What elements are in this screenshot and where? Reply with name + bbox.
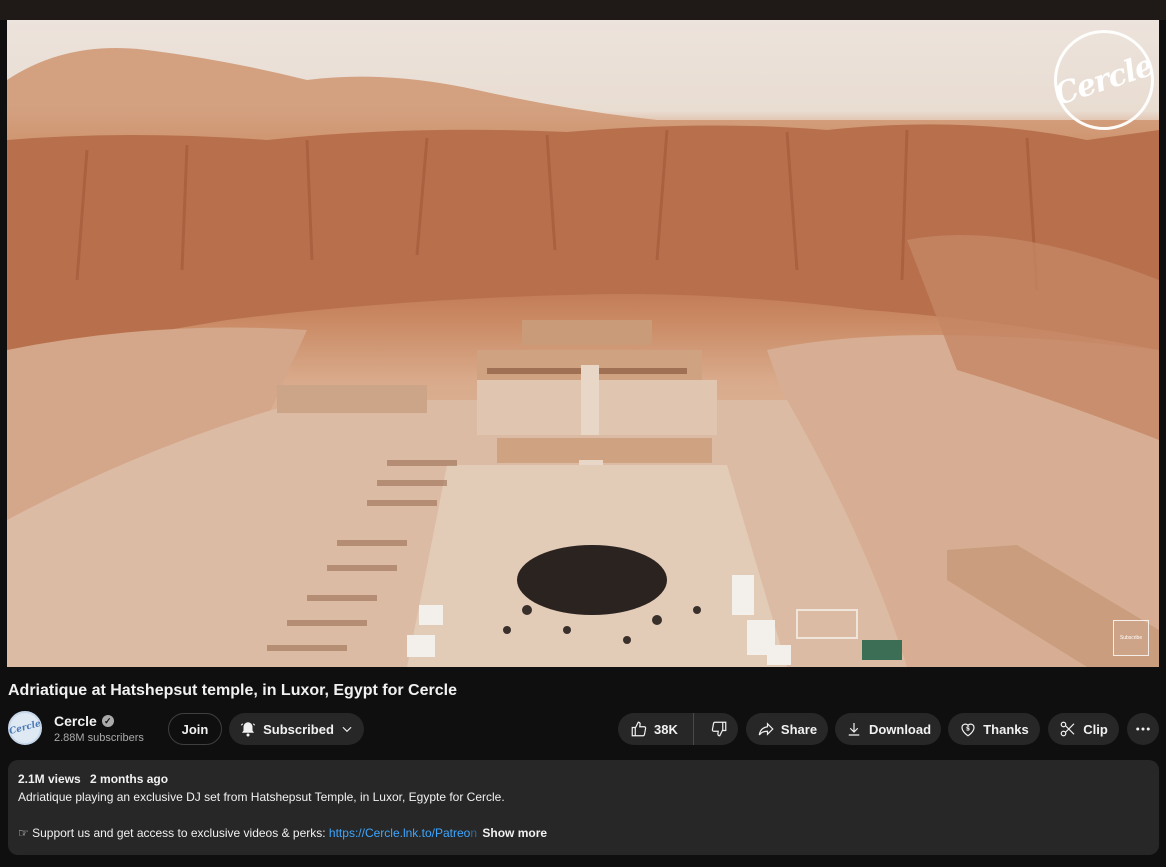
clip-button[interactable]: Clip [1048, 713, 1119, 745]
join-label: Join [181, 721, 209, 737]
download-label: Download [868, 721, 932, 737]
verified-icon: ✓ [101, 715, 114, 727]
video-frame [7, 48, 1159, 667]
avatar-text: Cercle [8, 718, 42, 738]
support-prefix: ☞ Support us and get access to exclusive… [18, 826, 329, 840]
thanks-icon: $ [959, 720, 977, 738]
chevron-down-icon [340, 722, 354, 736]
thumbs-down-icon [710, 720, 728, 738]
more-icon [1134, 720, 1152, 738]
cercle-logo: Cercle [1050, 30, 1158, 130]
download-icon [845, 720, 863, 738]
channel-row: Cercle Cercle ✓ 2.88M subscribers Join S… [8, 711, 1159, 747]
share-label: Share [780, 721, 818, 737]
support-line: ☞ Support us and get access to exclusive… [18, 826, 1149, 840]
upload-age: 2 months ago [90, 772, 169, 786]
svg-text:$: $ [966, 726, 970, 733]
video-player[interactable]: Cercle Subscribe [7, 20, 1159, 667]
description-box[interactable]: 2.1M views 2 months ago Adriatique playi… [8, 760, 1159, 855]
top-strip [0, 0, 1166, 20]
share-button[interactable]: Share [746, 713, 828, 745]
subscribed-button[interactable]: Subscribed [229, 713, 364, 745]
join-button[interactable]: Join [168, 713, 222, 745]
channel-name-block[interactable]: Cercle ✓ [54, 713, 114, 729]
support-link[interactable]: https://Cercle.lnk.to/Patreo [329, 826, 470, 840]
share-icon [757, 720, 775, 738]
bell-icon [239, 720, 257, 738]
like-button[interactable]: 38K [618, 713, 695, 745]
avatar[interactable]: Cercle [8, 711, 42, 745]
support-link-faded[interactable]: n [470, 826, 477, 840]
channel-name[interactable]: Cercle [54, 713, 97, 729]
more-button[interactable] [1127, 713, 1159, 745]
like-count: 38K [654, 721, 678, 737]
thumbs-up-icon [630, 720, 648, 738]
description-text: Adriatique playing an exclusive DJ set f… [18, 790, 505, 804]
watermark-text: Subscribe [1119, 635, 1143, 641]
view-count: 2.1M views [18, 772, 81, 786]
show-more-button[interactable]: Show more [482, 826, 547, 840]
video-title: Adriatique at Hatshepsut temple, in Luxo… [8, 682, 457, 699]
like-dislike-group: 38K [618, 713, 738, 745]
logo-text: Cercle [1050, 47, 1158, 113]
subscribed-label: Subscribed [263, 721, 334, 737]
clip-label: Clip [1083, 721, 1108, 737]
scissors-icon [1059, 720, 1077, 738]
thanks-button[interactable]: $ Thanks [948, 713, 1040, 745]
description-meta: 2.1M views 2 months ago [18, 772, 1149, 786]
subscriber-count: 2.88M subscribers [54, 732, 144, 744]
thanks-label: Thanks [983, 721, 1029, 737]
download-button[interactable]: Download [835, 713, 941, 745]
dislike-button[interactable] [700, 713, 738, 745]
subscribe-watermark[interactable]: Subscribe [1113, 620, 1149, 656]
